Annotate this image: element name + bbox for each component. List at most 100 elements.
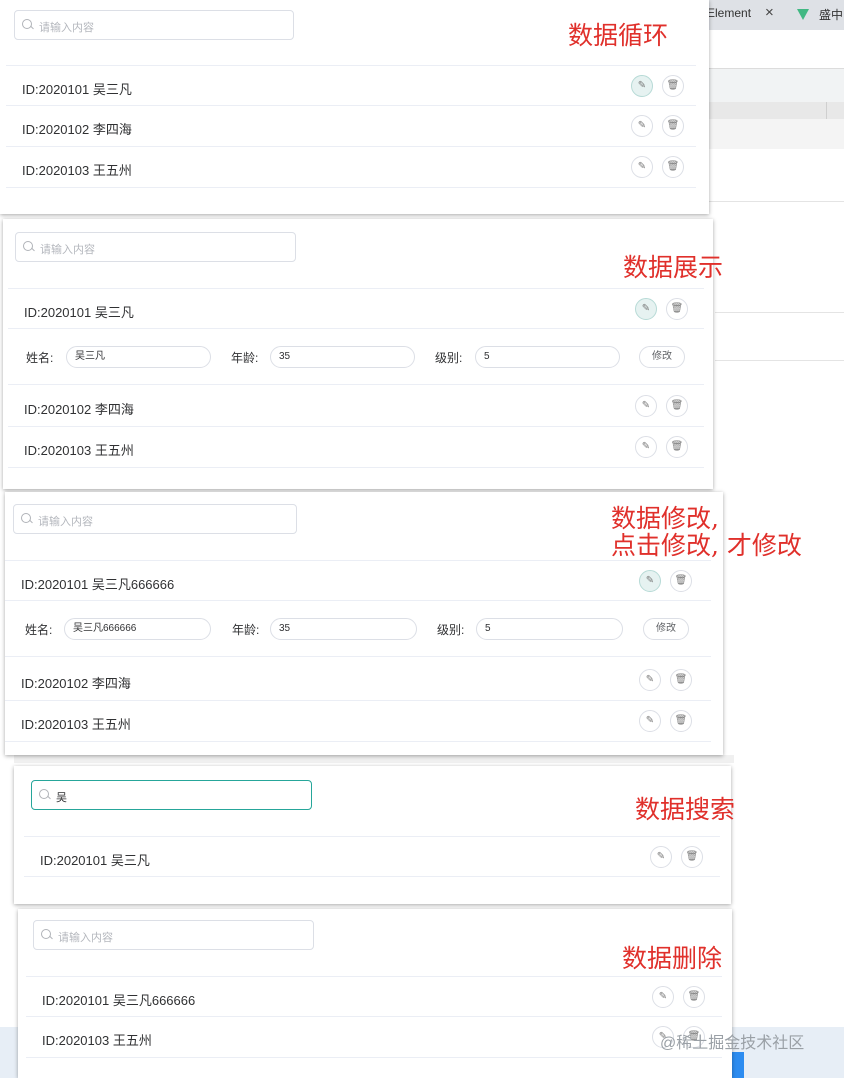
vue-logo-icon xyxy=(797,9,809,20)
search-icon xyxy=(22,19,32,29)
item-label: ID:2020103 王五州 xyxy=(42,1033,152,1048)
search-icon xyxy=(39,789,49,799)
age-input[interactable]: 35 xyxy=(270,618,417,640)
search-input[interactable]: 请输入内容 xyxy=(33,920,314,950)
age-label: 年龄: xyxy=(231,351,259,365)
list-item: ID:2020102 李四海 ✎ 🗑 xyxy=(6,106,696,147)
pencil-icon: ✎ xyxy=(637,120,647,131)
annotation-label: 数据搜索 xyxy=(635,795,736,824)
item-label: ID:2020101 吴三凡 xyxy=(40,853,150,868)
item-label: ID:2020103 王五州 xyxy=(21,717,131,732)
pencil-icon: ✎ xyxy=(645,715,655,726)
list-item: ID:2020101 吴三凡 ✎ 🗑 xyxy=(24,836,720,877)
list-item: ID:2020103 王五州 ✎ 🗑 xyxy=(5,701,711,742)
browser-tab-label: 盛中 xyxy=(819,8,844,22)
pencil-icon: ✎ xyxy=(637,80,647,91)
divider xyxy=(715,360,844,361)
name-label: 姓名: xyxy=(25,623,53,637)
list-item: ID:2020103 王五州 ✎ 🗑 xyxy=(26,1017,722,1058)
edit-button[interactable]: ✎ xyxy=(635,395,657,417)
edit-button[interactable]: ✎ xyxy=(639,710,661,732)
annotation-label: 数据展示 xyxy=(623,253,724,282)
trash-icon: 🗑 xyxy=(666,120,680,131)
list-item: ID:2020101 吴三凡 ✎ 🗑 xyxy=(6,65,696,106)
search-placeholder: 请输入内容 xyxy=(39,22,94,34)
annotation-label: 数据删除 xyxy=(622,944,723,973)
watermark: @稀土掘金技术社区 xyxy=(660,1035,805,1052)
search-input[interactable]: 请输入内容 xyxy=(13,504,297,534)
modify-button[interactable]: 修改 xyxy=(639,346,685,368)
edit-button[interactable]: ✎ xyxy=(639,570,661,592)
delete-button[interactable]: 🗑 xyxy=(662,115,684,137)
edit-button[interactable]: ✎ xyxy=(635,298,657,320)
pencil-icon: ✎ xyxy=(641,400,651,411)
delete-button[interactable]: 🗑 xyxy=(683,986,705,1008)
trash-icon: 🗑 xyxy=(666,80,680,91)
edit-button[interactable]: ✎ xyxy=(652,986,674,1008)
edit-button[interactable]: ✎ xyxy=(639,669,661,691)
name-input[interactable]: 吴三凡 xyxy=(66,346,211,368)
item-label: ID:2020102 李四海 xyxy=(22,122,132,137)
delete-button[interactable]: 🗑 xyxy=(662,75,684,97)
panel-data-loop: 请输入内容 ID:2020101 吴三凡 ✎ 🗑 ID:2020102 李四海 … xyxy=(0,0,709,214)
pencil-icon: ✎ xyxy=(641,441,651,452)
item-label: ID:2020101 吴三凡 xyxy=(24,305,134,320)
list-item: ID:2020102 李四海 ✎ 🗑 xyxy=(8,386,704,427)
search-value: 吴 xyxy=(56,792,67,804)
annotation-label: 点击修改, 才修改 xyxy=(611,531,802,560)
trash-icon: 🗑 xyxy=(674,575,688,586)
edit-button[interactable]: ✎ xyxy=(635,436,657,458)
search-icon xyxy=(23,241,33,251)
search-input[interactable]: 请输入内容 xyxy=(15,232,296,262)
divider xyxy=(826,102,827,119)
item-label: ID:2020101 吴三凡 xyxy=(22,82,132,97)
delete-button[interactable]: 🗑 xyxy=(670,710,692,732)
level-label: 级别: xyxy=(437,623,465,637)
delete-button[interactable]: 🗑 xyxy=(662,156,684,178)
search-input[interactable]: 吴 xyxy=(31,780,312,810)
panel-data-search: 吴 ID:2020101 吴三凡 ✎ 🗑 数据搜索 xyxy=(14,766,735,904)
tab-close-icon[interactable]: × xyxy=(765,4,774,21)
delete-button[interactable]: 🗑 xyxy=(670,669,692,691)
edit-button[interactable]: ✎ xyxy=(631,75,653,97)
edit-button[interactable]: ✎ xyxy=(631,156,653,178)
browser-tab-vue[interactable]: 盛中 xyxy=(797,6,843,23)
list-item: ID:2020103 王五州 ✎ 🗑 xyxy=(6,147,696,188)
delete-button[interactable]: 🗑 xyxy=(666,436,688,458)
browser-tab-label: Element xyxy=(707,6,752,20)
search-placeholder: 请输入内容 xyxy=(58,932,113,944)
search-input[interactable]: 请输入内容 xyxy=(14,10,294,40)
table-header-strip xyxy=(705,102,844,120)
edit-button[interactable]: ✎ xyxy=(631,115,653,137)
delete-button[interactable]: 🗑 xyxy=(670,570,692,592)
level-input[interactable]: 5 xyxy=(475,346,620,368)
background-row xyxy=(705,149,844,202)
panel-data-display: 请输入内容 数据展示 ID:2020101 吴三凡 ✎ 🗑 姓名: 吴三凡 年龄… xyxy=(3,219,723,489)
item-label: ID:2020103 王五州 xyxy=(24,443,134,458)
browser-address-area xyxy=(705,30,844,68)
item-label: ID:2020101 吴三凡666666 xyxy=(21,577,175,592)
delete-button[interactable]: 🗑 xyxy=(681,846,703,868)
list-item: ID:2020101 吴三凡666666 ✎ 🗑 xyxy=(5,560,711,601)
level-input[interactable]: 5 xyxy=(476,618,623,640)
edit-button[interactable]: ✎ xyxy=(650,846,672,868)
background-strip xyxy=(14,755,734,763)
trash-icon: 🗑 xyxy=(670,303,684,314)
modify-button[interactable]: 修改 xyxy=(643,618,689,640)
browser-tab-element[interactable]: Element × xyxy=(707,4,774,21)
delete-button[interactable]: 🗑 xyxy=(666,298,688,320)
search-placeholder: 请输入内容 xyxy=(40,244,95,256)
age-input[interactable]: 35 xyxy=(270,346,415,368)
trash-icon: 🗑 xyxy=(670,400,684,411)
browser-tab-bar: Element × 盛中 xyxy=(705,0,844,31)
name-input[interactable]: 吴三凡666666 xyxy=(64,618,211,640)
edit-form: 姓名: 吴三凡666666 年龄: 35 级别: 5 修改 xyxy=(5,601,711,657)
pencil-icon: ✎ xyxy=(656,851,666,862)
search-placeholder: 请输入内容 xyxy=(38,516,93,528)
trash-icon: 🗑 xyxy=(674,715,688,726)
pencil-icon: ✎ xyxy=(645,575,655,586)
item-label: ID:2020102 李四海 xyxy=(21,676,131,691)
delete-button[interactable]: 🗑 xyxy=(666,395,688,417)
item-label: ID:2020102 李四海 xyxy=(24,402,134,417)
trash-icon: 🗑 xyxy=(687,991,701,1002)
